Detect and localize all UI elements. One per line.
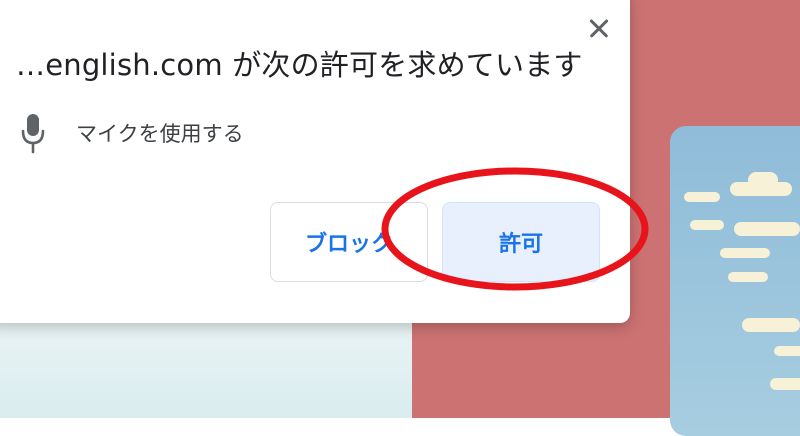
dialog-title: …english.com が次の許可を求めています bbox=[16, 48, 583, 82]
permission-label: マイクを使用する bbox=[76, 122, 244, 146]
sky-illustration bbox=[670, 126, 800, 436]
block-button[interactable]: ブロック bbox=[270, 202, 428, 282]
permission-row: マイクを使用する bbox=[20, 112, 420, 156]
close-icon[interactable] bbox=[586, 15, 612, 41]
microphone-icon bbox=[21, 114, 45, 154]
allow-button[interactable]: 許可 bbox=[442, 202, 600, 282]
